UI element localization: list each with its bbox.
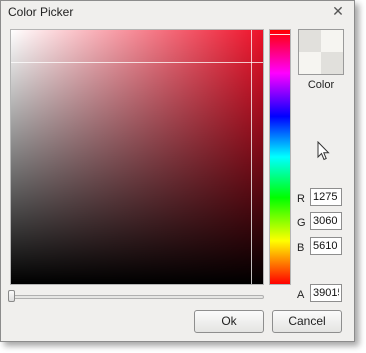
- g-field[interactable]: [310, 212, 342, 230]
- close-icon[interactable]: ✕: [331, 3, 345, 19]
- mouse-pointer-icon: [317, 141, 330, 161]
- alpha-slider-track[interactable]: [10, 295, 264, 299]
- alpha-slider-thumb[interactable]: [8, 290, 15, 302]
- crosshair-vertical: [251, 30, 252, 284]
- b-field[interactable]: [310, 237, 342, 255]
- cancel-button[interactable]: Cancel: [272, 310, 342, 333]
- color-picker-dialog: Color Picker ✕ Color R G B A Ok Cancel: [0, 0, 355, 342]
- swatch-label: Color: [307, 79, 335, 91]
- title-bar: Color Picker ✕: [1, 1, 354, 23]
- r-field[interactable]: [310, 188, 342, 206]
- a-label: A: [297, 289, 305, 301]
- hue-marker[interactable]: [270, 34, 290, 35]
- a-field[interactable]: [310, 284, 342, 302]
- window-title: Color Picker: [8, 5, 74, 19]
- color-swatch: [298, 29, 344, 75]
- hue-slider[interactable]: [269, 29, 291, 285]
- crosshair-horizontal: [11, 62, 263, 63]
- g-label: G: [297, 217, 306, 229]
- saturation-value-area[interactable]: [10, 29, 264, 285]
- b-label: B: [297, 242, 305, 254]
- ok-button[interactable]: Ok: [194, 310, 264, 333]
- r-label: R: [297, 193, 305, 205]
